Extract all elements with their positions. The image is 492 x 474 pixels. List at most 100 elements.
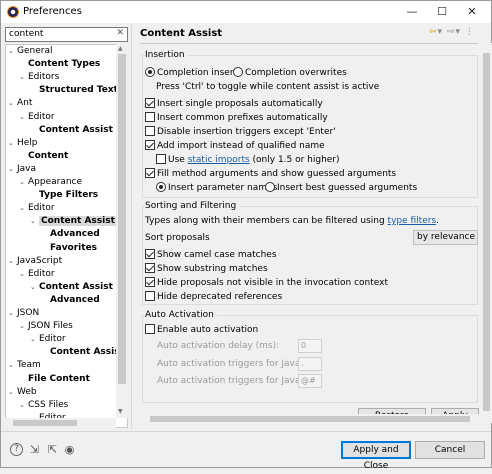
tree-node[interactable]: ⌄ CSS Files (19, 399, 68, 412)
expand-arrow-icon[interactable]: ⌄ (8, 386, 17, 399)
tree-horizontal-scrollbar[interactable] (5, 418, 116, 428)
expand-arrow-icon[interactable]: ⌄ (19, 202, 28, 215)
tree-node[interactable]: ⌄ Web (8, 386, 37, 399)
tree-node[interactable]: ⌄ Ant (8, 97, 32, 110)
tree-node[interactable]: Type Filters (30, 189, 98, 202)
radio-selected-icon (145, 67, 155, 77)
tree-node[interactable]: ⌄Editor (19, 111, 55, 124)
tree-node[interactable]: ⌄Editor (30, 333, 66, 346)
tree-node[interactable]: Favorites (41, 242, 97, 255)
help-icon[interactable]: ? (10, 443, 23, 456)
oomph-icon[interactable]: ◉ (63, 443, 76, 456)
insert-common-checkbox[interactable]: Insert common prefixes automatically (145, 112, 328, 124)
expand-arrow-icon[interactable]: ⌄ (30, 333, 39, 346)
hide-invisible-checkbox[interactable]: Hide proposals not visible in the invoca… (145, 277, 388, 289)
insert-single-checkbox[interactable]: Insert single proposals automatically (145, 98, 323, 110)
tree-node[interactable]: Structured Text Ed (30, 84, 127, 97)
expand-arrow-icon[interactable]: ⌄ (19, 176, 28, 189)
tree-node-label: Appearance (28, 177, 83, 187)
preferences-tree[interactable]: ⌄ General Content Types ⌄ Editors Structured … (5, 44, 128, 428)
export-icon[interactable]: ⇱ (46, 443, 59, 456)
filter-input[interactable]: content ✕ (5, 27, 128, 42)
fill-arguments-checkbox[interactable]: Fill method arguments and show guessed a… (145, 168, 396, 180)
tree-node[interactable]: Advanced (41, 294, 100, 307)
tree-node[interactable]: ⌄ JavaScript (8, 255, 62, 268)
completion-inserts-radio[interactable]: Completion inserts (145, 67, 242, 79)
tree-node[interactable]: ⌄ Content Assist (30, 215, 117, 228)
apply-and-close-button[interactable]: Apply and Close (341, 441, 411, 471)
tree-node[interactable]: Content (19, 150, 68, 163)
static-imports-link[interactable]: static imports (188, 155, 250, 165)
tree-node[interactable]: ⌄Editor (19, 268, 55, 281)
tree-node[interactable]: ⌄ JSON (8, 307, 39, 320)
back-icon[interactable]: ⇦ (429, 27, 438, 37)
clear-filter-icon[interactable]: ✕ (116, 28, 124, 38)
cancel-button[interactable]: Cancel (415, 441, 485, 459)
expand-arrow-icon[interactable]: ⌄ (8, 163, 17, 176)
preferences-window: Preferences — ☐ ✕ content ✕ ⌄ General Cont… (0, 0, 492, 471)
tree-node[interactable]: ⌄ JSON Files (19, 320, 73, 333)
tree-node[interactable]: ⌄ Help (8, 137, 38, 150)
disable-triggers-checkbox[interactable]: Disable insertion triggers except 'Enter… (145, 126, 336, 138)
import-icon[interactable]: ⇲ (28, 443, 41, 456)
close-button[interactable]: ✕ (457, 1, 487, 23)
tree-node-label: General (17, 46, 53, 56)
tree-node[interactable]: File Content (19, 373, 90, 386)
page-vscroll-thumb[interactable] (483, 53, 490, 411)
java-triggers-field[interactable]: . (298, 357, 322, 371)
camel-case-checkbox[interactable]: Show camel case matches (145, 249, 277, 261)
expand-arrow-icon[interactable]: ⌄ (8, 137, 17, 150)
tree-node[interactable]: ⌄ Java (8, 163, 36, 176)
hide-deprecated-checkbox[interactable]: Hide deprecated references (145, 291, 282, 303)
back-menu-icon[interactable]: ▾ (438, 27, 444, 37)
forward-menu-icon[interactable]: ▾ (456, 27, 462, 37)
add-import-checkbox[interactable]: Add import instead of qualified name (145, 140, 325, 152)
insert-param-names-radio[interactable]: Insert parameter names (156, 182, 277, 194)
tree-node[interactable]: ⌄ Editors (19, 71, 59, 84)
page-vertical-scrollbar[interactable] (481, 43, 492, 423)
scroll-down-icon[interactable]: ▼ (118, 408, 123, 415)
tree-node[interactable]: Content Assist (41, 346, 124, 359)
view-menu-icon[interactable]: ⋮ (465, 27, 475, 37)
expand-arrow-icon[interactable]: ⌄ (30, 215, 39, 228)
tree-node[interactable]: ⌄Editor (19, 202, 55, 215)
tree-node[interactable]: ⌄ Appearance (19, 176, 82, 189)
expand-arrow-icon[interactable]: ⌄ (19, 268, 28, 281)
scroll-up-icon[interactable]: ▲ (118, 45, 123, 52)
expand-arrow-icon[interactable]: ⌄ (8, 45, 17, 58)
tree-node[interactable]: ⌄ Team (8, 359, 41, 372)
tree-hscroll-thumb[interactable] (13, 420, 77, 426)
tree-node[interactable]: Content Types (19, 58, 100, 71)
completion-overwrites-radio[interactable]: Completion overwrites (233, 67, 347, 79)
expand-arrow-icon[interactable]: ⌄ (30, 281, 39, 294)
enable-auto-activation-checkbox[interactable]: Enable auto activation (145, 324, 258, 336)
tree-scroll-thumb[interactable] (118, 54, 126, 384)
tree-node[interactable]: Advanced (41, 228, 100, 241)
tree-node[interactable]: ⌄ Content Assist (30, 281, 113, 294)
type-filters-link[interactable]: type filters (388, 216, 437, 226)
use-static-imports-checkbox[interactable]: Use static imports (only 1.5 or higher) (156, 154, 340, 166)
page-horizontal-scrollbar[interactable] (140, 414, 479, 424)
expand-arrow-icon[interactable]: ⌄ (8, 255, 17, 268)
tree-vertical-scrollbar[interactable]: ▲ ▼ (116, 44, 128, 418)
tree-node[interactable]: ⌄ General (8, 45, 52, 58)
expand-arrow-icon[interactable]: ⌄ (19, 399, 28, 412)
expand-arrow-icon[interactable]: ⌄ (8, 359, 17, 372)
expand-arrow-icon[interactable]: ⌄ (19, 71, 28, 84)
expand-arrow-icon[interactable]: ⌄ (8, 307, 17, 320)
panel-divider[interactable] (131, 25, 132, 429)
insert-best-guessed-radio[interactable]: Insert best guessed arguments (265, 182, 417, 194)
sort-proposals-select[interactable]: by relevance (413, 230, 478, 245)
page-hscroll-thumb[interactable] (150, 416, 470, 422)
expand-arrow-icon[interactable]: ⌄ (19, 111, 28, 124)
substring-checkbox[interactable]: Show substring matches (145, 263, 268, 275)
tree-node-label: Web (17, 386, 37, 397)
forward-icon[interactable]: ⇨ (447, 27, 456, 37)
maximize-button[interactable]: ☐ (427, 1, 457, 23)
tree-node[interactable]: Content Assist (30, 124, 113, 137)
javadoc-triggers-field[interactable]: @# (298, 374, 322, 388)
expand-arrow-icon[interactable]: ⌄ (19, 320, 28, 333)
expand-arrow-icon[interactable]: ⌄ (8, 97, 17, 110)
delay-field[interactable]: 0 (298, 339, 322, 353)
minimize-button[interactable]: — (397, 1, 427, 23)
